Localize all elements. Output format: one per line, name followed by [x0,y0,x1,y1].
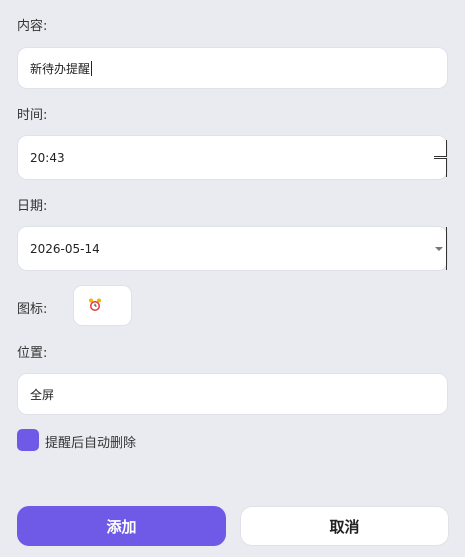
chevron-down-icon [435,247,443,251]
date-dropdown-button[interactable] [432,227,447,270]
date-label: 日期: [17,199,48,214]
date-select[interactable]: 2026-05-14 [17,226,448,271]
position-select[interactable]: 全屏 [17,373,448,415]
position-select-value: 全屏 [30,387,55,402]
cancel-button[interactable]: 取消 [240,506,449,546]
spin-up-icon[interactable] [434,140,447,157]
text-caret [91,60,93,76]
position-label: 位置: [17,346,48,361]
time-spinner[interactable] [433,136,447,179]
content-label: 内容: [17,19,48,34]
date-select-value: 2026-05-14 [30,241,100,256]
time-label: 时间: [17,108,48,123]
time-input-value: 20:43 [30,150,65,165]
auto-delete-checkbox[interactable] [17,429,39,451]
icon-picker-button[interactable] [73,285,132,326]
content-input[interactable]: 新待办提醒 [17,47,448,89]
icon-label: 图标: [17,302,48,317]
content-input-value: 新待办提醒 [30,61,91,76]
add-button[interactable]: 添加 [17,506,226,546]
auto-delete-label[interactable]: 提醒后自动删除 [45,432,136,451]
spin-down-icon[interactable] [434,158,447,177]
time-input[interactable]: 20:43 [17,135,448,180]
alarm-clock-icon [89,298,101,311]
